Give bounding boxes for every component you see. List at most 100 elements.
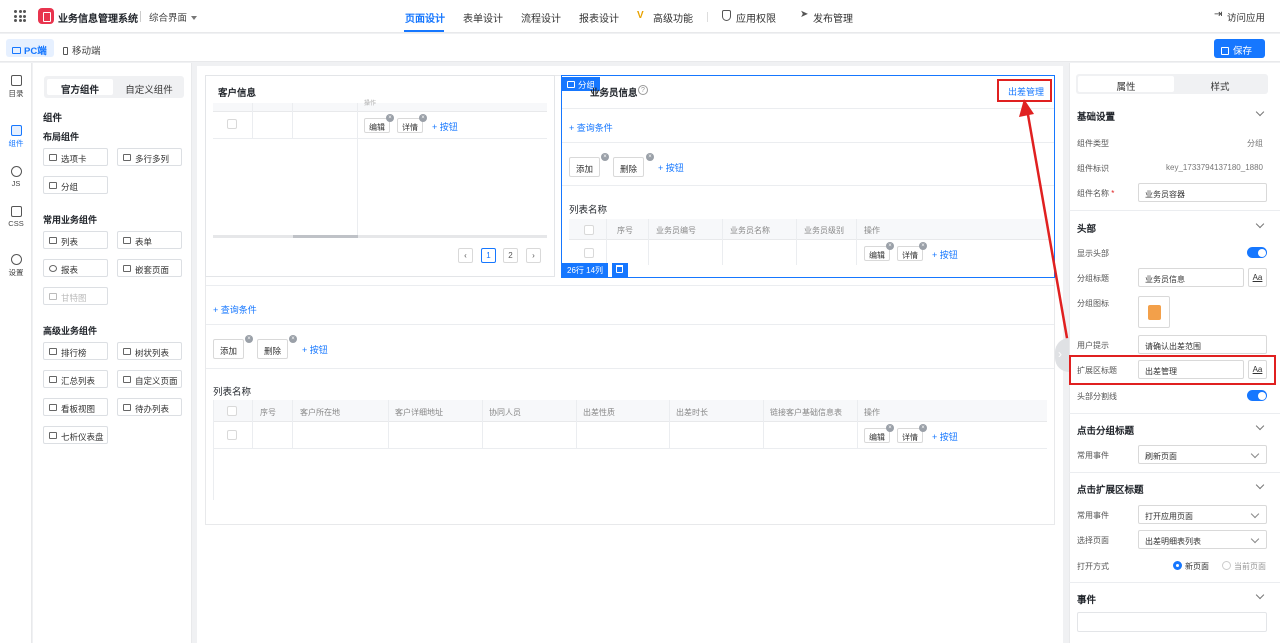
click-group-title-section[interactable]: 点击分组标题: [1077, 423, 1134, 437]
query-condition-link[interactable]: + 查询条件: [213, 303, 257, 316]
sales-card-title: 业务员信息: [590, 88, 638, 99]
column-header: 业务员编号: [656, 226, 696, 235]
query-condition-link[interactable]: + 查询条件: [569, 121, 613, 134]
tab-pc[interactable]: PC端: [6, 39, 54, 57]
remove-icon[interactable]: ×: [919, 424, 927, 432]
column-divider: [796, 219, 797, 265]
add-event-button[interactable]: [1077, 612, 1267, 632]
header-divider: [562, 108, 1054, 109]
advanced-icon: V: [637, 10, 644, 21]
basic-settings-title[interactable]: 基础设置: [1077, 109, 1115, 123]
tab-advanced[interactable]: 高级功能: [653, 10, 693, 25]
tab-official-components[interactable]: 官方组件: [47, 79, 113, 96]
save-button[interactable]: 保存: [1214, 39, 1265, 58]
app-grid-icon[interactable]: [14, 10, 26, 22]
rail-item-css[interactable]: CSS: [0, 206, 32, 228]
prev-page-button[interactable]: ‹: [458, 248, 473, 263]
customer-card-title: 客户信息: [218, 88, 257, 99]
tab-styles[interactable]: 样式: [1174, 76, 1266, 93]
add-button[interactable]: 添加: [213, 339, 245, 359]
tab-report-design[interactable]: 报表设计: [579, 10, 619, 25]
event-select[interactable]: 刷新页面: [1138, 445, 1267, 464]
group-title-input[interactable]: 业务员信息: [1138, 268, 1244, 287]
tab-form-design[interactable]: 表单设计: [463, 10, 503, 25]
component-dashboard[interactable]: 七析仪表盘: [43, 426, 108, 444]
header-section-title[interactable]: 头部: [1077, 221, 1096, 235]
page-1-button[interactable]: 1: [481, 248, 496, 263]
add-button-link[interactable]: + 按钮: [658, 161, 684, 174]
component-name-input[interactable]: 业务员容器: [1138, 183, 1267, 202]
component-group[interactable]: 分组: [43, 176, 108, 194]
page-select[interactable]: 出差明细表列表: [1138, 530, 1267, 549]
event-select[interactable]: 打开应用页面: [1138, 505, 1267, 524]
delete-button[interactable]: 删除: [257, 339, 289, 359]
show-header-label: 显示头部: [1077, 249, 1109, 258]
visit-app-link[interactable]: 访问应用: [1227, 10, 1265, 24]
tab-publish[interactable]: 发布管理: [813, 10, 853, 25]
column-header: 客户所在地: [300, 408, 340, 417]
arrow-head: [1019, 99, 1034, 117]
add-button-link[interactable]: + 按钮: [302, 343, 328, 356]
section-divider: [562, 142, 1054, 143]
show-header-toggle[interactable]: [1247, 247, 1267, 258]
component-multi-col[interactable]: 多行多列: [117, 148, 182, 166]
tab-mobile[interactable]: 移动端: [63, 43, 101, 57]
open-new-label[interactable]: 新页面: [1185, 561, 1209, 572]
trash-icon[interactable]: [612, 263, 628, 277]
next-page-button[interactable]: ›: [526, 248, 541, 263]
user-hint-input[interactable]: 请确认出差范围: [1138, 335, 1267, 354]
row-checkbox[interactable]: [584, 248, 594, 258]
horizontal-scrollbar[interactable]: [213, 235, 547, 238]
rail-item-settings[interactable]: 设置: [0, 254, 32, 278]
tab-flow-design[interactable]: 流程设计: [521, 10, 561, 25]
component-todo-list[interactable]: 待办列表: [117, 398, 182, 416]
component-custom-page[interactable]: 自定义页面: [117, 370, 182, 388]
component-tree-list[interactable]: 树状列表: [117, 342, 182, 360]
scrollbar-thumb[interactable]: [293, 235, 358, 238]
open-new-radio[interactable]: [1173, 561, 1182, 570]
select-all-checkbox[interactable]: [584, 225, 594, 235]
add-button[interactable]: 添加: [569, 157, 601, 177]
tab-properties[interactable]: 属性: [1078, 76, 1174, 93]
open-current-radio[interactable]: [1222, 561, 1231, 570]
remove-icon[interactable]: ×: [245, 335, 253, 343]
group-icon-picker[interactable]: [1138, 296, 1170, 328]
add-button-link[interactable]: + 按钮: [432, 120, 458, 133]
component-report[interactable]: 报表: [43, 259, 108, 277]
rail-item-components[interactable]: 组件: [0, 125, 32, 149]
add-button-link[interactable]: + 按钮: [932, 430, 958, 443]
remove-icon[interactable]: ×: [601, 153, 609, 161]
select-all-checkbox[interactable]: [227, 406, 237, 416]
remove-icon[interactable]: ×: [919, 242, 927, 250]
delete-button[interactable]: 删除: [613, 157, 645, 177]
component-form[interactable]: 表单: [117, 231, 182, 249]
remove-icon[interactable]: ×: [419, 114, 427, 122]
tab-page-design[interactable]: 页面设计: [405, 10, 445, 25]
remove-icon[interactable]: ×: [886, 424, 894, 432]
events-section-title[interactable]: 事件: [1077, 592, 1096, 606]
remove-icon[interactable]: ×: [646, 153, 654, 161]
rail-item-directory[interactable]: 目录: [0, 75, 32, 99]
header-divider-toggle[interactable]: [1247, 390, 1267, 401]
add-button-link[interactable]: + 按钮: [932, 248, 958, 261]
page-2-button[interactable]: 2: [503, 248, 518, 263]
click-ext-title-section[interactable]: 点击扩展区标题: [1077, 482, 1144, 496]
tab-permissions[interactable]: 应用权限: [736, 10, 776, 25]
component-nested-page[interactable]: 嵌套页面: [117, 259, 182, 277]
component-kanban[interactable]: 看板视图: [43, 398, 108, 416]
component-ranking[interactable]: 排行榜: [43, 342, 108, 360]
rail-item-js[interactable]: JS: [0, 166, 32, 188]
font-style-button[interactable]: Aa: [1248, 268, 1267, 287]
row-checkbox[interactable]: [227, 119, 237, 129]
component-summary-list[interactable]: 汇总列表: [43, 370, 108, 388]
page-selector[interactable]: 综合界面: [149, 10, 198, 24]
row-checkbox[interactable]: [227, 430, 237, 440]
remove-icon[interactable]: ×: [386, 114, 394, 122]
remove-icon[interactable]: ×: [289, 335, 297, 343]
remove-icon[interactable]: ×: [886, 242, 894, 250]
open-current-label[interactable]: 当前页面: [1234, 561, 1266, 572]
component-tabs-item[interactable]: 选项卡: [43, 148, 108, 166]
tab-custom-components[interactable]: 自定义组件: [116, 79, 182, 96]
help-icon[interactable]: ?: [638, 85, 648, 95]
component-list[interactable]: 列表: [43, 231, 108, 249]
